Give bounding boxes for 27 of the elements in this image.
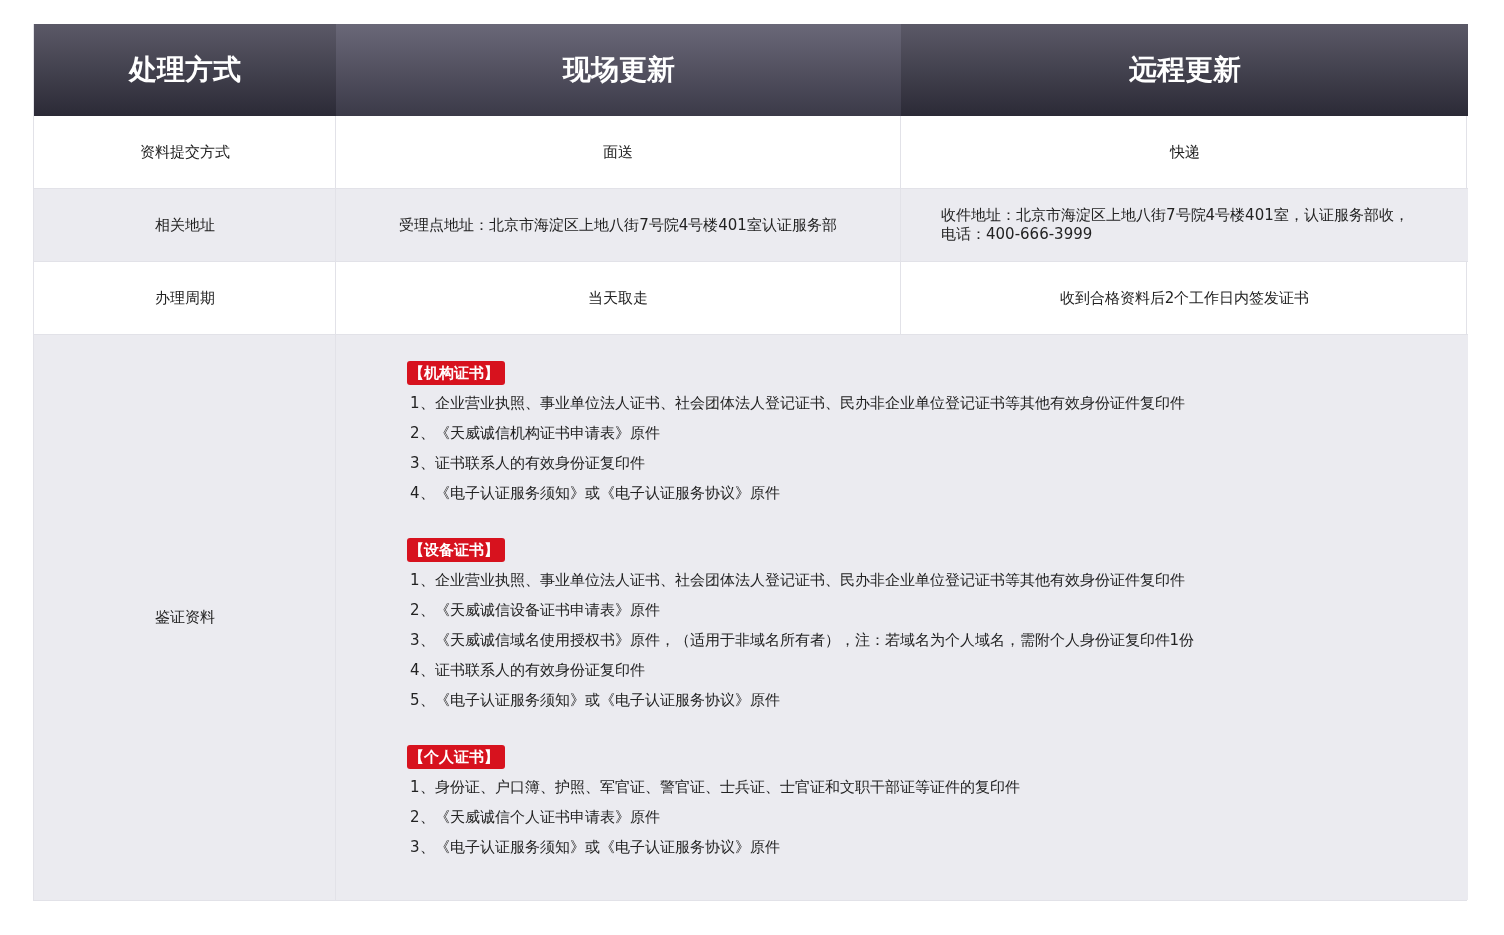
table-cell-text: 受理点地址：北京市海淀区上地八街7号院4号楼401室认证服务部 <box>399 215 837 235</box>
requirement-item: 2、《天威诚信个人证书申请表》原件 <box>410 807 661 828</box>
requirement-item: 4、《电子认证服务须知》或《电子认证服务协议》原件 <box>410 483 781 504</box>
requirement-item: 2、《天威诚信设备证书申请表》原件 <box>410 600 661 621</box>
requirement-item: 1、企业营业执照、事业单位法人证书、社会团体法人登记证书、民办非企业单位登记证书等其他有效身份证件复印件 <box>410 393 1185 414</box>
requirement-item: 2、《天威诚信机构证书申请表》原件 <box>410 423 661 444</box>
requirement-item: 4、证书联系人的有效身份证复印件 <box>410 660 646 681</box>
table-cell-text: 收件地址：北京市海淀区上地八街7号院4号楼401室，认证服务部收， <box>941 206 1409 225</box>
requirement-item: 3、证书联系人的有效身份证复印件 <box>410 453 646 474</box>
column-header: 处理方式 <box>34 24 336 116</box>
category-tag: 【设备证书】 <box>407 538 505 562</box>
column-header: 现场更新 <box>336 24 901 116</box>
row-label: 相关地址 <box>34 189 336 262</box>
table-cell-text: 当天取走 <box>588 288 648 308</box>
table-cell-text: 电话：400-666-3999 <box>941 225 1093 244</box>
table-cell-text: 面送 <box>603 142 633 162</box>
column-header: 远程更新 <box>901 24 1468 116</box>
requirement-item: 5、《电子认证服务须知》或《电子认证服务协议》原件 <box>410 690 781 711</box>
requirement-item: 1、身份证、户口簿、护照、军官证、警官证、士兵证、士官证和文职干部证等证件的复印件 <box>410 777 1020 798</box>
table-cell-text: 收到合格资料后2个工作日内签发证书 <box>1059 288 1310 308</box>
table-cell-text: 快递 <box>1169 142 1200 162</box>
category-tag: 【机构证书】 <box>407 361 505 385</box>
row-label: 鉴证资料 <box>34 335 336 900</box>
requirement-item: 1、企业营业执照、事业单位法人证书、社会团体法人登记证书、民办非企业单位登记证书等其他有效身份证件复印件 <box>410 570 1186 591</box>
requirement-item: 3、《电子认证服务须知》或《电子认证服务协议》原件 <box>410 837 781 858</box>
category-tag: 【个人证书】 <box>407 745 505 769</box>
requirement-item: 3、《天威诚信域名使用授权书》原件，（适用于非域名所有者），注：若域名为个人域名，需附个人身份证复印件1份 <box>410 630 1195 651</box>
